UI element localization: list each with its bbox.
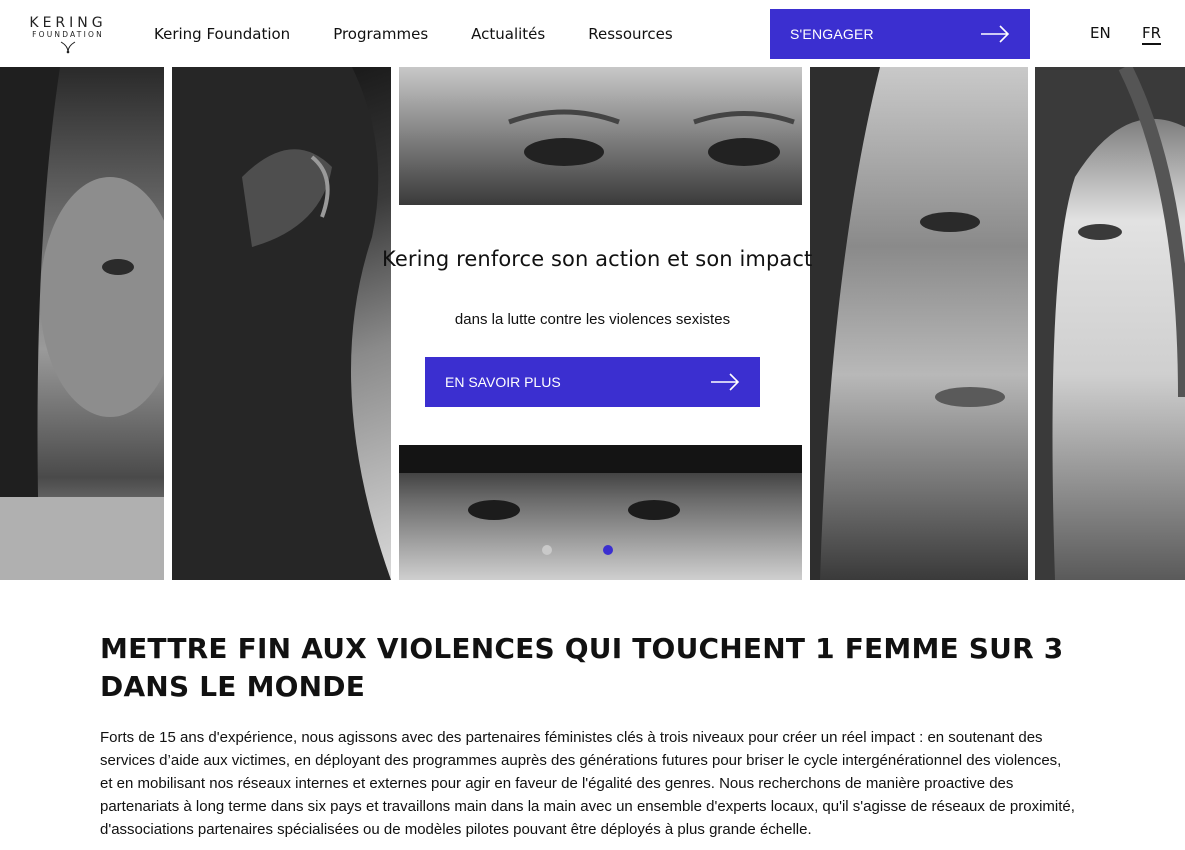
- learn-more-button-label: EN SAVOIR PLUS: [445, 374, 561, 390]
- learn-more-button[interactable]: EN SAVOIR PLUS: [425, 357, 760, 407]
- section-heading: METTRE FIN AUX VIOLENCES QUI TOUCHENT 1 …: [100, 632, 1064, 703]
- engage-button[interactable]: S'ENGAGER: [770, 9, 1030, 59]
- site-header: KERING FOUNDATION Kering Foundation Prog…: [0, 0, 1185, 67]
- logo-text-foundation: FOUNDATION: [32, 30, 104, 39]
- hero-subtitle: dans la lutte contre les violences sexis…: [454, 311, 731, 328]
- main-nav: Kering Foundation Programmes Actualités …: [154, 24, 716, 44]
- logo-text-kering: KERING: [29, 15, 107, 31]
- portrait-shading: [0, 67, 164, 580]
- section-body-text: Forts de 15 ans d'expérience, nous agiss…: [100, 729, 1075, 838]
- portrait-shading: [172, 67, 391, 580]
- arrow-right-icon: [711, 373, 740, 391]
- hero-carousel: Kering renforce son action et son impact…: [0, 67, 1185, 580]
- nav-item-ressources[interactable]: Ressources: [588, 24, 672, 44]
- nav-item-kering-foundation[interactable]: Kering Foundation: [154, 24, 290, 44]
- engage-button-label: S'ENGAGER: [790, 26, 874, 42]
- portrait-photo-woman-1: [0, 67, 164, 580]
- portrait-photo-child: [399, 445, 802, 580]
- portrait-photo-profile: [172, 67, 391, 580]
- portrait-shading: [508, 109, 795, 166]
- portrait-shading: [1035, 67, 1185, 580]
- carousel-dot-1[interactable]: [542, 545, 552, 555]
- portrait-photo-woman-2: [810, 67, 1028, 580]
- portrait-photo-woman-3: [1035, 67, 1185, 580]
- hero-title: Kering renforce son action et son impact: [382, 247, 813, 271]
- logo-emblem-icon: [60, 41, 76, 54]
- language-fr-link[interactable]: FR: [1142, 24, 1162, 45]
- portrait-photo-eyes: [399, 67, 802, 205]
- nav-item-actualites[interactable]: Actualités: [471, 24, 545, 44]
- carousel-dot-2-active[interactable]: [603, 545, 613, 555]
- portrait-shading: [399, 445, 802, 520]
- language-en-link[interactable]: EN: [1090, 24, 1111, 42]
- arrow-right-icon: [981, 25, 1010, 43]
- kering-foundation-logo[interactable]: KERING FOUNDATION: [22, 16, 114, 60]
- nav-item-programmes[interactable]: Programmes: [333, 24, 428, 44]
- portrait-shading: [810, 67, 1005, 580]
